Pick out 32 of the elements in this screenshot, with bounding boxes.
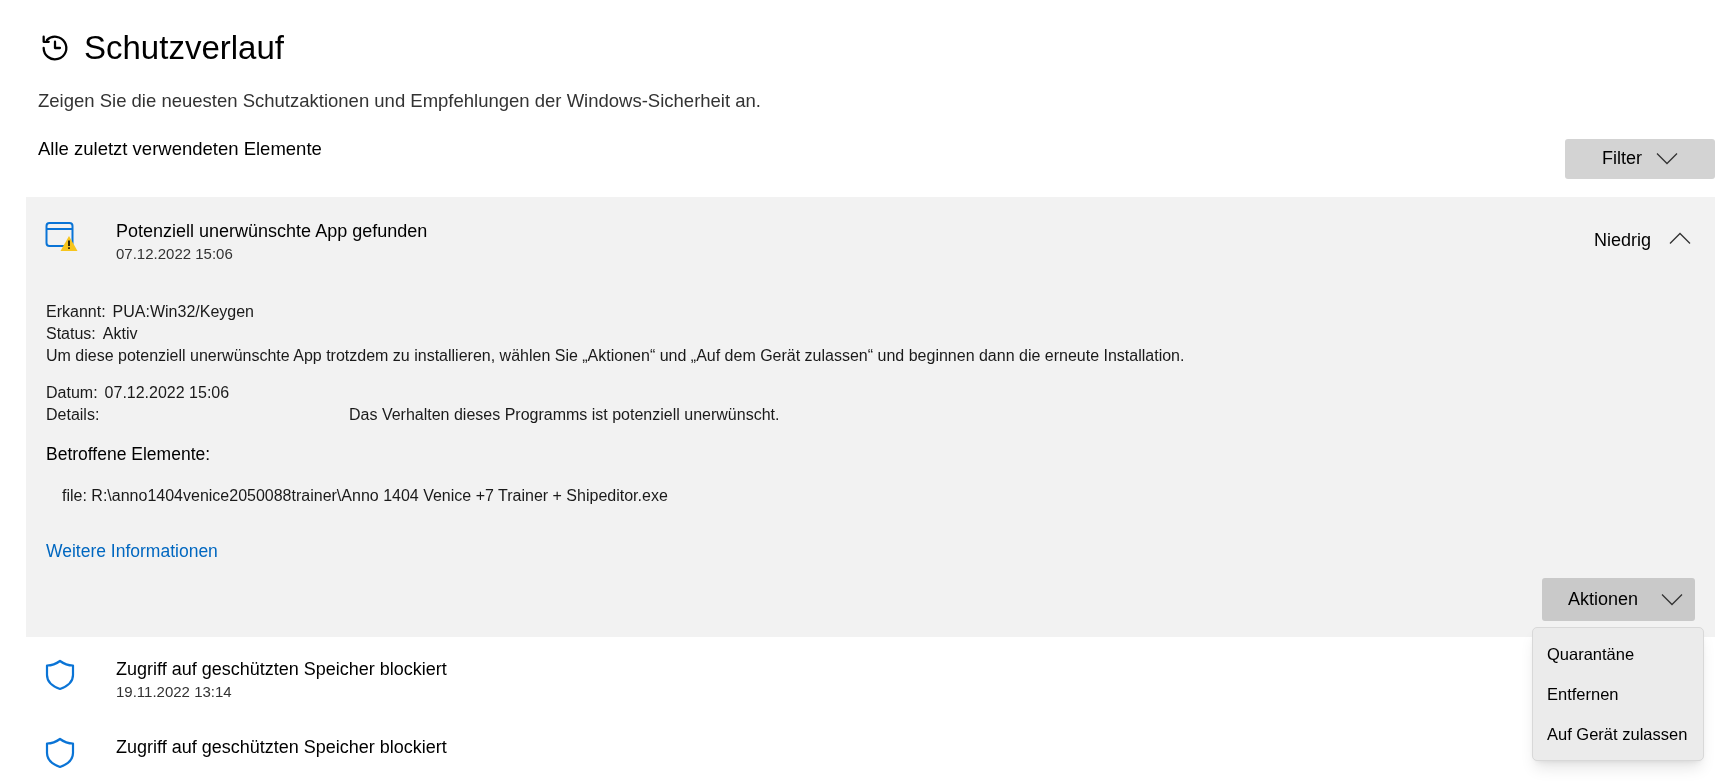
caret-icon: [1661, 593, 1683, 607]
detail-value: PUA:Win32/Keygen: [112, 301, 254, 322]
detail-value: Das Verhalten dieses Programms ist potenziell unerwünscht.: [349, 404, 780, 425]
actions-button[interactable]: Aktionen: [1542, 578, 1695, 622]
filter-button[interactable]: Filter: [1565, 138, 1715, 179]
detail-label: Status:: [46, 323, 96, 344]
collapse-chevron-icon: [1669, 231, 1691, 245]
item-title: Potenziell unerwünschte App gefunden: [116, 219, 428, 243]
item-date: 19.11.2022 13:14: [116, 682, 232, 703]
detail-label: Details:: [46, 404, 101, 425]
menu-item[interactable]: Quarantäne: [1533, 634, 1703, 675]
item-title: Zugriff auf geschützten Speicher blockiert: [116, 736, 447, 760]
item-date: 07.12.2022 15:06: [116, 243, 233, 264]
menu-item[interactable]: Auf Gerät zulassen: [1533, 714, 1703, 755]
affected-file: file: R:\anno1404venice2050088trainer\Anno 1404 Venice +7 Trainer + Shipeditor.exe: [62, 486, 669, 506]
shield-icon: [45, 659, 75, 692]
detail-label: Erkannt:: [46, 301, 106, 322]
menu-item[interactable]: Entfernen: [1533, 674, 1703, 715]
page-description: Zeigen Sie die neuesten Schutzaktionen und Empfehlungen der Windows-Sicherheit an.: [37, 89, 762, 113]
shield-icon: [45, 737, 75, 770]
section-label: Alle zuletzt verwendeten Elemente: [38, 136, 322, 161]
detail-value: 07.12.2022 15:06: [104, 382, 230, 403]
caret-icon: [1656, 152, 1678, 166]
page-title: Schutzverlauf: [84, 28, 284, 68]
detail-value: Aktiv: [102, 323, 138, 344]
item-title: Zugriff auf geschützten Speicher blockiert: [116, 658, 447, 682]
affected-heading: Betroffene Elemente:: [46, 442, 212, 466]
detail-label: Datum:: [46, 382, 98, 403]
severity-label: Niedrig: [1593, 228, 1651, 252]
app-warning-icon: [45, 220, 79, 253]
detail-note: Um diese potenziell unerwünschte App trotzdem zu installieren, wählen Sie „Aktionen“ und „Auf dem Gerät zulassen“ und beginnen dann die erneute Installation.: [46, 345, 1186, 366]
more-info-link[interactable]: Weitere Informationen: [46, 538, 218, 565]
